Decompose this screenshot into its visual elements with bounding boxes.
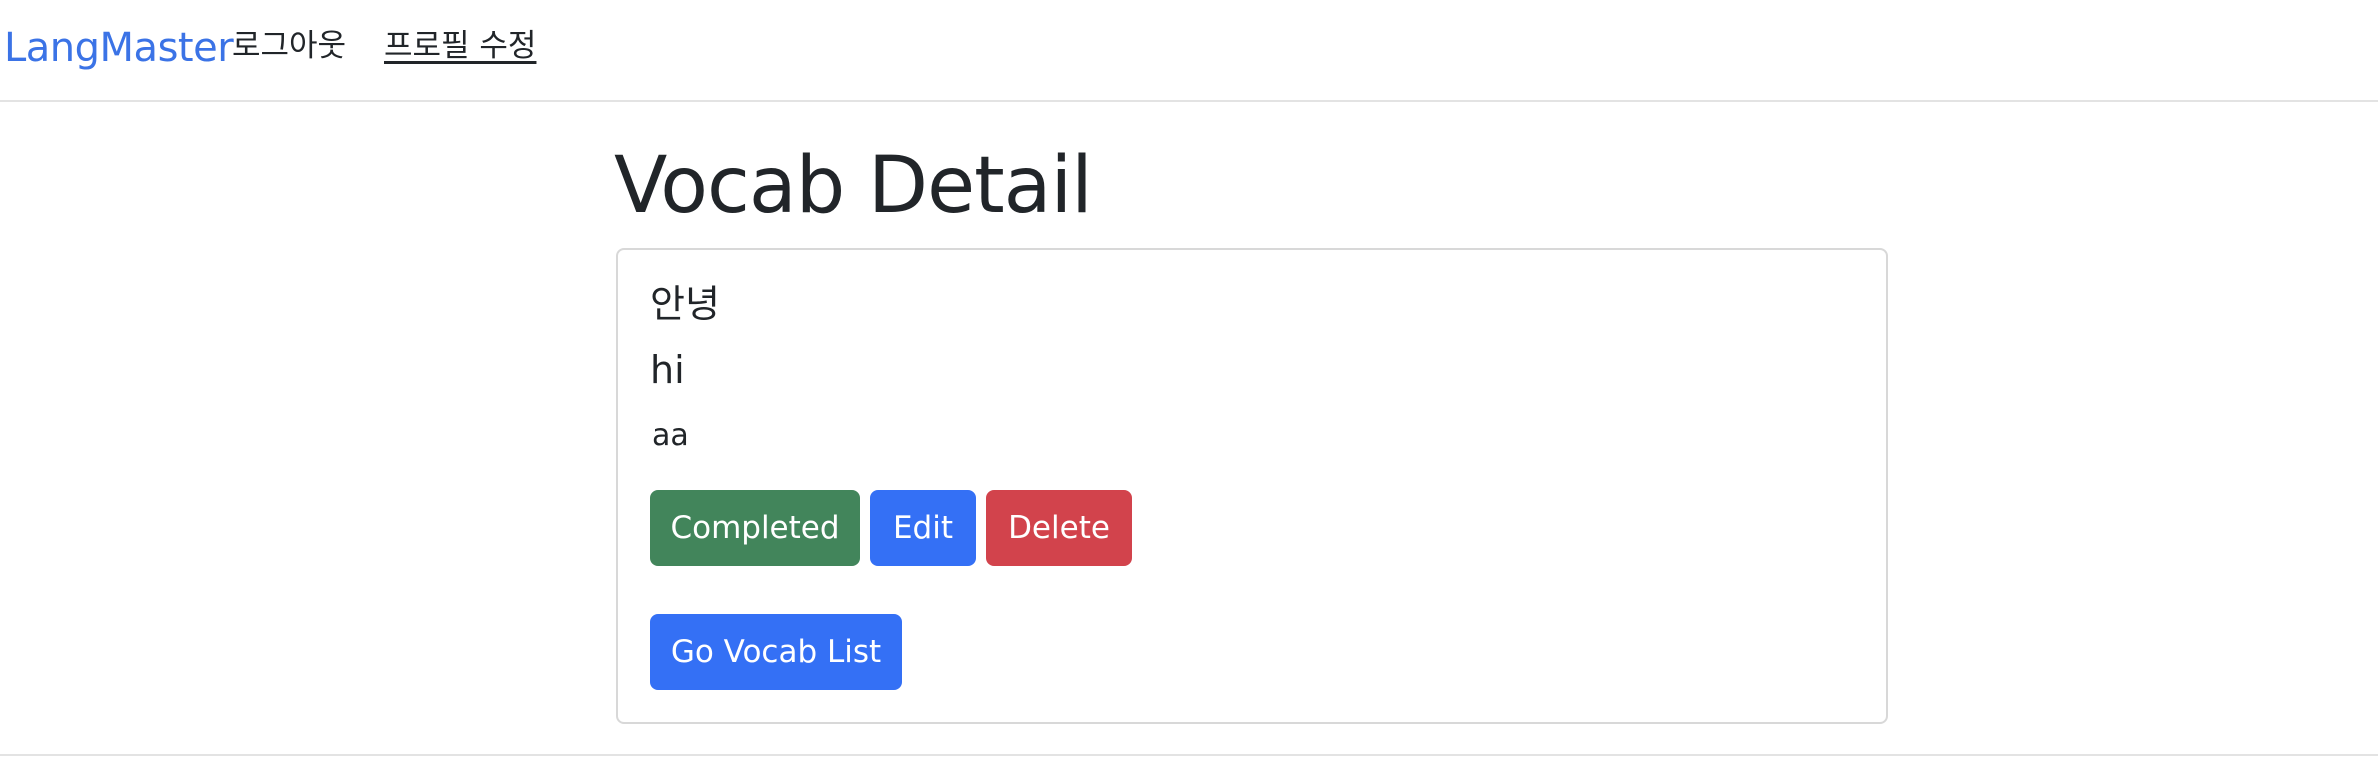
profile-edit-link[interactable]: 프로필 수정 [384, 24, 536, 68]
bottom-divider [0, 754, 2378, 756]
edit-button[interactable]: Edit [870, 490, 976, 566]
brand-logo-link[interactable]: LangMaster [4, 20, 234, 76]
vocab-word: 안녕 [650, 282, 720, 326]
page-title: Vocab Detail [614, 141, 1093, 231]
go-vocab-list-button[interactable]: Go Vocab List [650, 614, 902, 690]
delete-button[interactable]: Delete [986, 490, 1132, 566]
vocab-meaning: hi [650, 348, 685, 392]
vocab-example: aa [652, 418, 689, 453]
vocab-detail-card: 안녕 hi aa Completed Edit Delete Go Vocab … [616, 248, 1888, 724]
completed-button[interactable]: Completed [650, 490, 860, 566]
logout-link[interactable]: 로그아웃 [232, 24, 346, 68]
top-navbar: LangMaster 로그아웃 프로필 수정 [0, 0, 2378, 102]
